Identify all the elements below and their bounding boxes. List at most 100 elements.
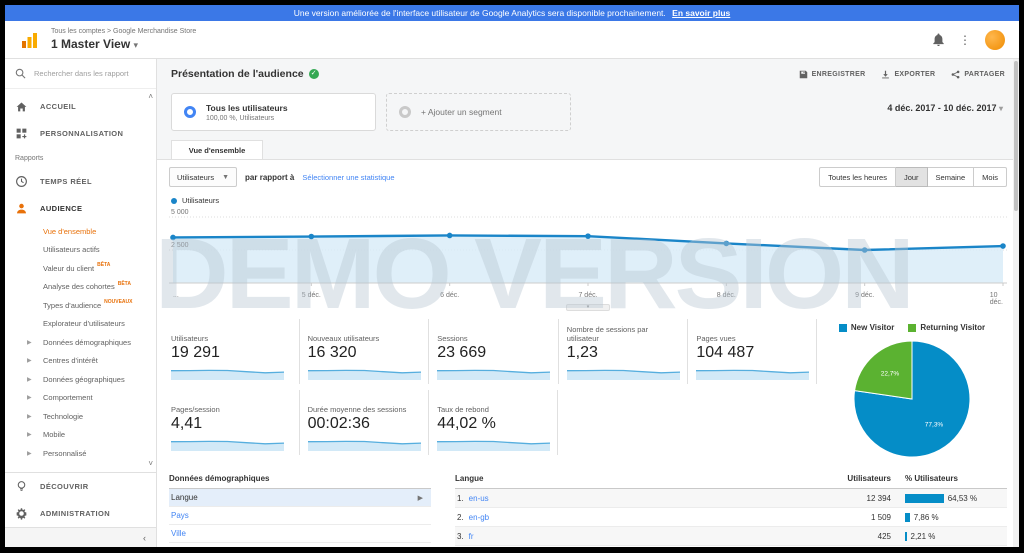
sidebar-subitem-utilisateurs-actifs[interactable]: Utilisateurs actifs: [5, 241, 156, 260]
chart-controls: Utilisateurs▼ par rapport à Sélectionner…: [169, 160, 1007, 194]
main-area: Présentation de l'audience ✓ ENREGISTRER…: [157, 59, 1019, 547]
badge: NOUVEAUX: [104, 299, 132, 305]
metric-label[interactable]: Pages/session: [171, 396, 291, 414]
date-range-picker[interactable]: 4 déc. 2017 - 10 déc. 2017 ▾: [887, 103, 1003, 113]
scorecard-pages-vues: Pages vues104 487: [687, 319, 817, 384]
x-axis-label: 9 déc.: [855, 292, 874, 299]
sidebar-item-decouvrir[interactable]: DÉCOUVRIR: [5, 473, 156, 500]
chart-legend: Utilisateurs: [169, 194, 1007, 209]
table-row: 3.fr4252,21 %: [455, 527, 1007, 546]
legend-swatch-icon: [839, 324, 847, 332]
sidebar-subitem-vue-d-ensemble[interactable]: Vue d'ensemble: [5, 222, 156, 241]
scorecard-taux-de-rebond: Taux de rebond44,02 %: [428, 390, 558, 455]
vertical-scrollbar[interactable]: [1013, 59, 1019, 547]
tab-vue-densemble[interactable]: Vue d'ensemble: [171, 140, 263, 160]
language-table-header: Langue Utilisateurs % Utilisateurs: [455, 474, 1007, 489]
pie-legend-item[interactable]: New Visitor: [839, 323, 894, 332]
sidebar-subitem-mobile[interactable]: ▶Mobile: [5, 426, 156, 445]
segment-donut-icon: [184, 106, 196, 118]
expand-arrow-icon: ▶: [27, 357, 32, 364]
add-segment-button[interactable]: + Ajouter un segment: [386, 93, 571, 131]
download-icon: [881, 70, 890, 79]
scroll-up-icon[interactable]: ˄: [148, 93, 153, 101]
metric-value: 23 669: [437, 344, 550, 362]
metric-label[interactable]: Durée moyenne des sessions: [308, 396, 421, 414]
table-row: 4.es3771,96 %: [455, 546, 1007, 547]
scorecards: Utilisateurs19 291Nouveaux utilisateurs1…: [169, 319, 817, 460]
person-icon: [15, 202, 28, 215]
sidebar-subitem-personnalis-[interactable]: ▶Personnalisé: [5, 444, 156, 463]
sidebar-subitem-comportement[interactable]: ▶Comportement: [5, 389, 156, 408]
view-selector[interactable]: 1 Master View ▾: [51, 37, 196, 51]
metric-label[interactable]: Nombre de sessions par utilisateur: [567, 325, 680, 343]
page-title: Présentation de l'audience: [171, 68, 304, 80]
metric-label[interactable]: Pages vues: [696, 325, 808, 343]
pct-bar: [905, 494, 944, 503]
metric-value: 4,41: [171, 415, 291, 433]
y-axis-tick-5000: 5 000: [171, 209, 189, 216]
badge: BÊTA: [118, 281, 131, 287]
metric-label[interactable]: Taux de rebond: [437, 396, 549, 414]
language-link[interactable]: en-gb: [469, 513, 489, 522]
metric-label[interactable]: Utilisateurs: [171, 325, 291, 343]
home-icon: [15, 100, 28, 113]
expand-arrow-icon: ▶: [27, 431, 32, 438]
avatar[interactable]: [985, 30, 1005, 50]
sidebar-subitem-types-d-audience[interactable]: Types d'audienceNOUVEAUX: [5, 296, 156, 315]
select-statistic-link[interactable]: Sélectionner une statistique: [302, 173, 394, 182]
export-button[interactable]: EXPORTER: [881, 70, 935, 79]
sidebar-item-administration[interactable]: ADMINISTRATION: [5, 500, 156, 527]
pct-value: 64,53 %: [948, 494, 977, 503]
breadcrumb[interactable]: Tous les comptes > Google Merchandise St…: [51, 28, 196, 35]
sidebar-item-audience[interactable]: AUDIENCE: [5, 195, 156, 222]
pct-value: 7,86 %: [914, 513, 939, 522]
granularity-jour[interactable]: Jour: [896, 167, 928, 187]
demo-row-langue[interactable]: Langue▶: [169, 489, 431, 507]
banner-learn-more-link[interactable]: En savoir plus: [672, 8, 730, 18]
metric-label[interactable]: Nouveaux utilisateurs: [308, 325, 421, 343]
report-content: Utilisateurs▼ par rapport à Sélectionner…: [157, 159, 1019, 547]
sidebar-subitem-valeur-du-client[interactable]: Valeur du clientBÊTA: [5, 259, 156, 278]
granularity-mois[interactable]: Mois: [974, 167, 1007, 187]
sidebar-collapse-button[interactable]: ‹: [5, 527, 156, 547]
chart-expand-handle[interactable]: ▾: [566, 304, 610, 311]
granularity-semaine[interactable]: Semaine: [928, 167, 975, 187]
expand-arrow-icon: ▶: [27, 450, 32, 457]
scorecard-dur-e-moyenne-des-sessions: Durée moyenne des sessions00:02:36: [299, 390, 429, 455]
visitor-pie-chart[interactable]: 77,3%22,7%: [817, 338, 1007, 460]
save-icon: [799, 70, 808, 79]
language-link[interactable]: fr: [469, 532, 474, 541]
sidebar-subitem-centres-d-int-r-t[interactable]: ▶Centres d'intérêt: [5, 352, 156, 371]
analytics-page: Une version améliorée de l'interface uti…: [5, 5, 1019, 547]
banner-text: Une version améliorée de l'interface uti…: [294, 8, 666, 18]
rapports-section-label: Rapports: [5, 147, 156, 168]
demo-row-pays[interactable]: Pays: [169, 507, 431, 525]
metric-label[interactable]: Sessions: [437, 325, 550, 343]
chevron-down-icon: ▼: [222, 174, 229, 181]
x-axis-label: ...: [173, 292, 179, 299]
scorecard-sessions: Sessions23 669: [428, 319, 558, 384]
sidebar-search[interactable]: Rechercher dans les rapport: [5, 59, 156, 89]
expand-arrow-icon: ▶: [27, 339, 32, 346]
kebab-menu-icon[interactable]: ⋮: [959, 33, 971, 47]
pie-legend-item[interactable]: Returning Visitor: [908, 323, 985, 332]
language-link[interactable]: en-us: [469, 494, 489, 503]
segment-all-users[interactable]: Tous les utilisateurs 100,00 %, Utilisat…: [171, 93, 376, 131]
demo-row-ville[interactable]: Ville: [169, 525, 431, 543]
granularity-toutes-les-heures[interactable]: Toutes les heures: [819, 167, 896, 187]
pie-legend: New Visitor Returning Visitor: [817, 323, 1007, 332]
sidebar-item-personnalisation[interactable]: PERSONNALISATION: [5, 120, 156, 147]
expand-arrow-icon: ▶: [27, 376, 32, 383]
notifications-bell-icon[interactable]: [932, 33, 945, 47]
save-button[interactable]: ENREGISTRER: [799, 70, 866, 79]
share-button[interactable]: PARTAGER: [951, 70, 1005, 79]
sidebar-item-accueil[interactable]: ACCUEIL: [5, 93, 156, 120]
sidebar-subitem-technologie[interactable]: ▶Technologie: [5, 407, 156, 426]
sidebar-subitem-donn-es-g-ographiques[interactable]: ▶Données géographiques: [5, 370, 156, 389]
timeseries-chart[interactable]: 5 000 2 500: [169, 209, 1007, 291]
sidebar-subitem-explorateur-d-utilisateurs[interactable]: Explorateur d'utilisateurs: [5, 315, 156, 334]
sidebar-subitem-donn-es-d-mographiques[interactable]: ▶Données démographiques: [5, 333, 156, 352]
sidebar-subitem-analyse-des-cohortes[interactable]: Analyse des cohortesBÊTA: [5, 278, 156, 297]
metric-dropdown[interactable]: Utilisateurs▼: [169, 167, 237, 187]
sidebar-item-temps-reel[interactable]: TEMPS RÉEL: [5, 168, 156, 195]
